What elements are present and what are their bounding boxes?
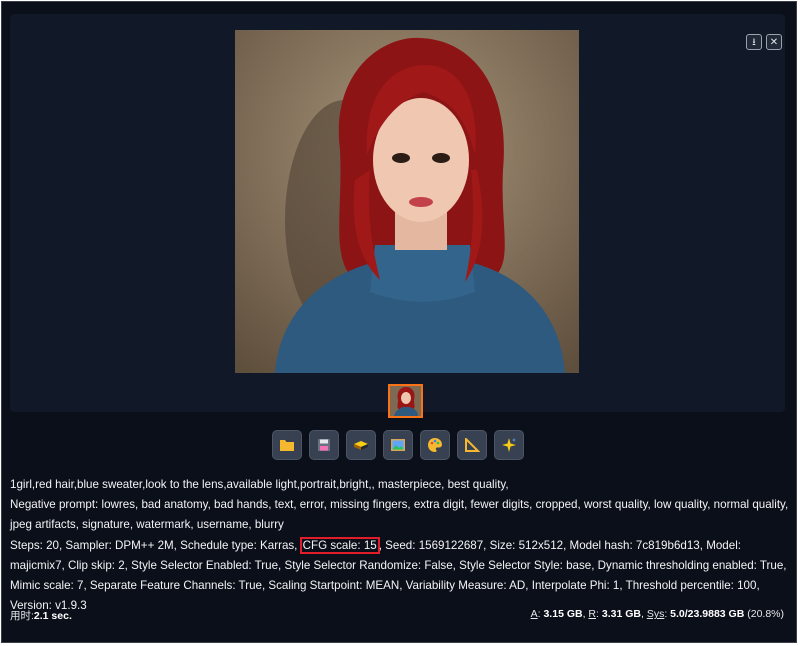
sys-label: Sys bbox=[646, 608, 665, 620]
negative-prompt-text: Negative prompt: lowres, bad anatomy, ba… bbox=[10, 498, 789, 532]
time-value: 2.1 sec. bbox=[33, 610, 72, 622]
a-value: 3.15 GB bbox=[543, 608, 583, 620]
memory-stats: A: 3.15 GB, R: 3.31 GB, Sys: 5.0/23.9883… bbox=[530, 608, 784, 620]
sys-percent: (20.8%) bbox=[747, 608, 784, 620]
download-icon: ⭳ bbox=[752, 37, 756, 48]
generation-info: 1girl,red hair,blue sweater,look to the … bbox=[10, 475, 790, 616]
send-to-inpaint-button[interactable] bbox=[420, 430, 450, 460]
sparkle-icon bbox=[502, 438, 516, 452]
action-toolbar bbox=[272, 430, 524, 460]
save-icon bbox=[318, 439, 330, 451]
r-label: R bbox=[588, 608, 597, 620]
status-footer: 用时:2.1 sec. A: 3.15 GB, R: 3.31 GB, Sys:… bbox=[10, 608, 784, 623]
download-button[interactable]: ⭳ bbox=[746, 34, 762, 50]
ruler-icon bbox=[465, 438, 480, 452]
open-folder-button[interactable] bbox=[272, 430, 302, 460]
magic-button[interactable] bbox=[494, 430, 524, 460]
output-panel: ⭳ ✕ 1girl,red hair,blue sweater,look to … bbox=[1, 1, 797, 643]
folder-icon bbox=[280, 440, 294, 451]
close-button[interactable]: ✕ bbox=[766, 34, 782, 50]
a-label: A bbox=[530, 608, 538, 620]
generated-image[interactable] bbox=[235, 30, 579, 373]
r-value: 3.31 GB bbox=[601, 608, 641, 620]
gallery-thumbnail[interactable] bbox=[388, 384, 423, 418]
cfg-scale-highlight: CFG scale: 15 bbox=[299, 536, 380, 554]
parameters-text: Steps: 20, Sampler: DPM++ 2M, Schedule t… bbox=[10, 536, 790, 617]
portrait-image bbox=[235, 30, 579, 373]
image-icon bbox=[391, 439, 405, 451]
save-button[interactable] bbox=[309, 430, 339, 460]
params-before: Steps: 20, Sampler: DPM++ 2M, Schedule t… bbox=[10, 538, 301, 552]
sys-value: 5.0/23.9883 GB bbox=[670, 608, 745, 620]
time-label: 用时: bbox=[10, 610, 34, 622]
zip-icon bbox=[354, 441, 368, 450]
image-gallery: ⭳ ✕ bbox=[10, 14, 785, 418]
thumbnail-image bbox=[390, 386, 421, 416]
palette-icon bbox=[428, 438, 442, 452]
time-taken: 用时:2.1 sec. bbox=[10, 608, 72, 623]
prompt-text: 1girl,red hair,blue sweater,look to the … bbox=[10, 478, 509, 491]
send-to-img2img-button[interactable] bbox=[383, 430, 413, 460]
close-icon: ✕ bbox=[769, 37, 779, 48]
send-to-extras-button[interactable] bbox=[457, 430, 487, 460]
zip-button[interactable] bbox=[346, 430, 376, 460]
